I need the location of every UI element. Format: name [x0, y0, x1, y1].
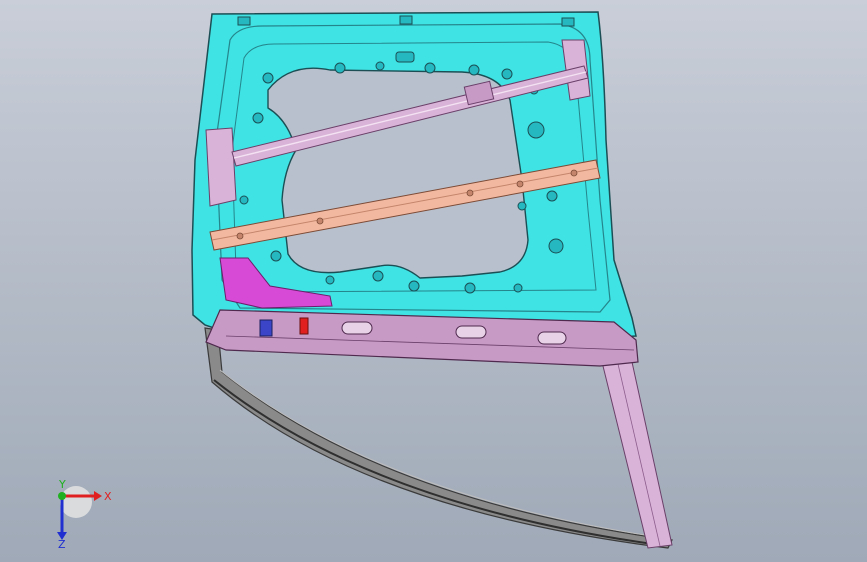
y-axis-dot	[58, 492, 66, 500]
blue-bracket	[259, 319, 273, 337]
3d-viewport[interactable]: X Y Z	[0, 0, 867, 562]
red-clip	[299, 317, 309, 335]
z-axis-label: Z	[58, 538, 66, 548]
y-axis-label: Y	[58, 478, 66, 491]
axis-triad[interactable]: X Y Z	[40, 478, 130, 551]
x-axis-label: X	[104, 490, 112, 503]
cad-scene[interactable]	[0, 0, 867, 562]
